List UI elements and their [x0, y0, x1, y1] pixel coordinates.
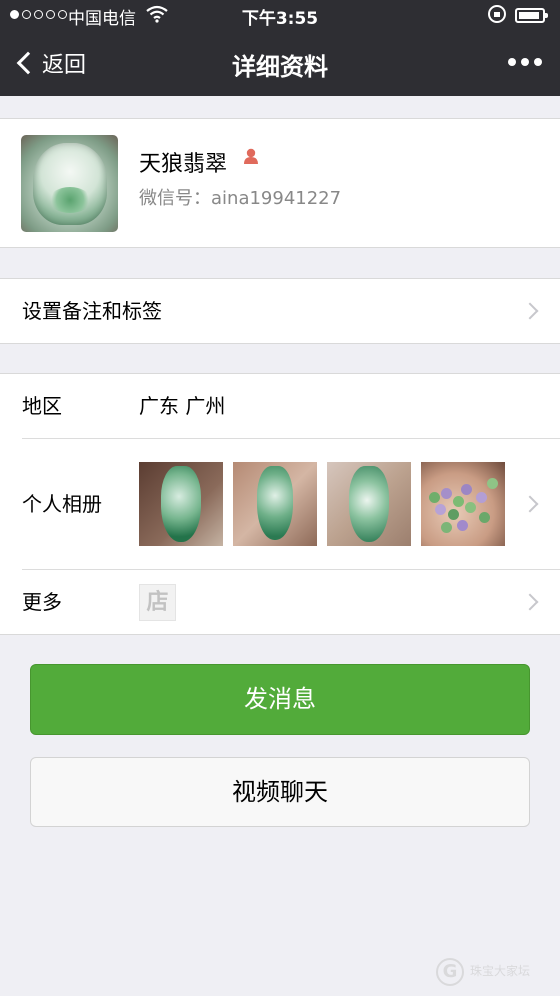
status-bar: 中国电信 下午3:55 — [0, 0, 560, 30]
remark-label: 设置备注和标签 — [22, 299, 162, 323]
watermark-text: 珠宝大家坛 — [470, 964, 531, 978]
remark-and-tags-row[interactable]: 设置备注和标签 — [0, 278, 560, 344]
back-label: 返回 — [42, 53, 87, 78]
album-photo[interactable] — [233, 462, 317, 546]
orientation-lock-icon — [488, 5, 506, 23]
more-label: 更多 — [22, 590, 62, 614]
personal-album-row[interactable]: 个人相册 — [0, 439, 560, 569]
wechat-id-line: 微信号：aina19941227 — [139, 184, 341, 210]
female-icon — [244, 148, 258, 164]
status-time: 下午3:55 — [241, 9, 319, 29]
battery-icon — [515, 8, 548, 23]
album-photo[interactable] — [327, 462, 411, 546]
more-options-button[interactable] — [508, 52, 542, 72]
profile-card[interactable]: 天狼翡翠 微信号：aina19941227 — [0, 118, 560, 248]
album-label: 个人相册 — [22, 492, 102, 516]
region-label: 地区 — [22, 394, 62, 418]
send-message-button[interactable]: 发消息 — [30, 664, 530, 735]
video-chat-button[interactable]: 视频聊天 — [30, 757, 530, 827]
more-row[interactable]: 更多 店 — [0, 570, 560, 635]
dot-icon — [534, 58, 542, 66]
info-card: 地区 广东 广州 个人相册 更多 店 — [0, 373, 560, 635]
chevron-right-icon — [521, 593, 539, 611]
album-photo[interactable] — [421, 462, 505, 546]
region-value: 广东 广州 — [139, 394, 226, 418]
region-row: 地区 广东 广州 — [0, 374, 560, 439]
wechat-id-value: aina19941227 — [211, 188, 342, 209]
chevron-left-icon — [16, 51, 40, 75]
dot-icon — [521, 58, 529, 66]
watermark-logo: G — [436, 958, 464, 986]
jade-buddha-image — [33, 143, 107, 225]
dot-icon — [508, 58, 516, 66]
watermark: G 珠宝大家坛 — [436, 956, 556, 990]
chevron-right-icon — [521, 495, 539, 513]
avatar[interactable] — [21, 135, 118, 232]
header: 中国电信 下午3:55 返回 详细资料 — [0, 0, 560, 96]
profile-name: 天狼翡翠 — [139, 152, 228, 177]
chevron-right-icon — [521, 302, 539, 320]
wechat-id-label: 微信号： — [139, 188, 211, 209]
nav-bar: 返回 详细资料 — [0, 30, 560, 96]
back-button[interactable]: 返回 — [14, 46, 86, 80]
album-photo[interactable] — [139, 462, 223, 546]
shop-icon: 店 — [139, 584, 176, 621]
